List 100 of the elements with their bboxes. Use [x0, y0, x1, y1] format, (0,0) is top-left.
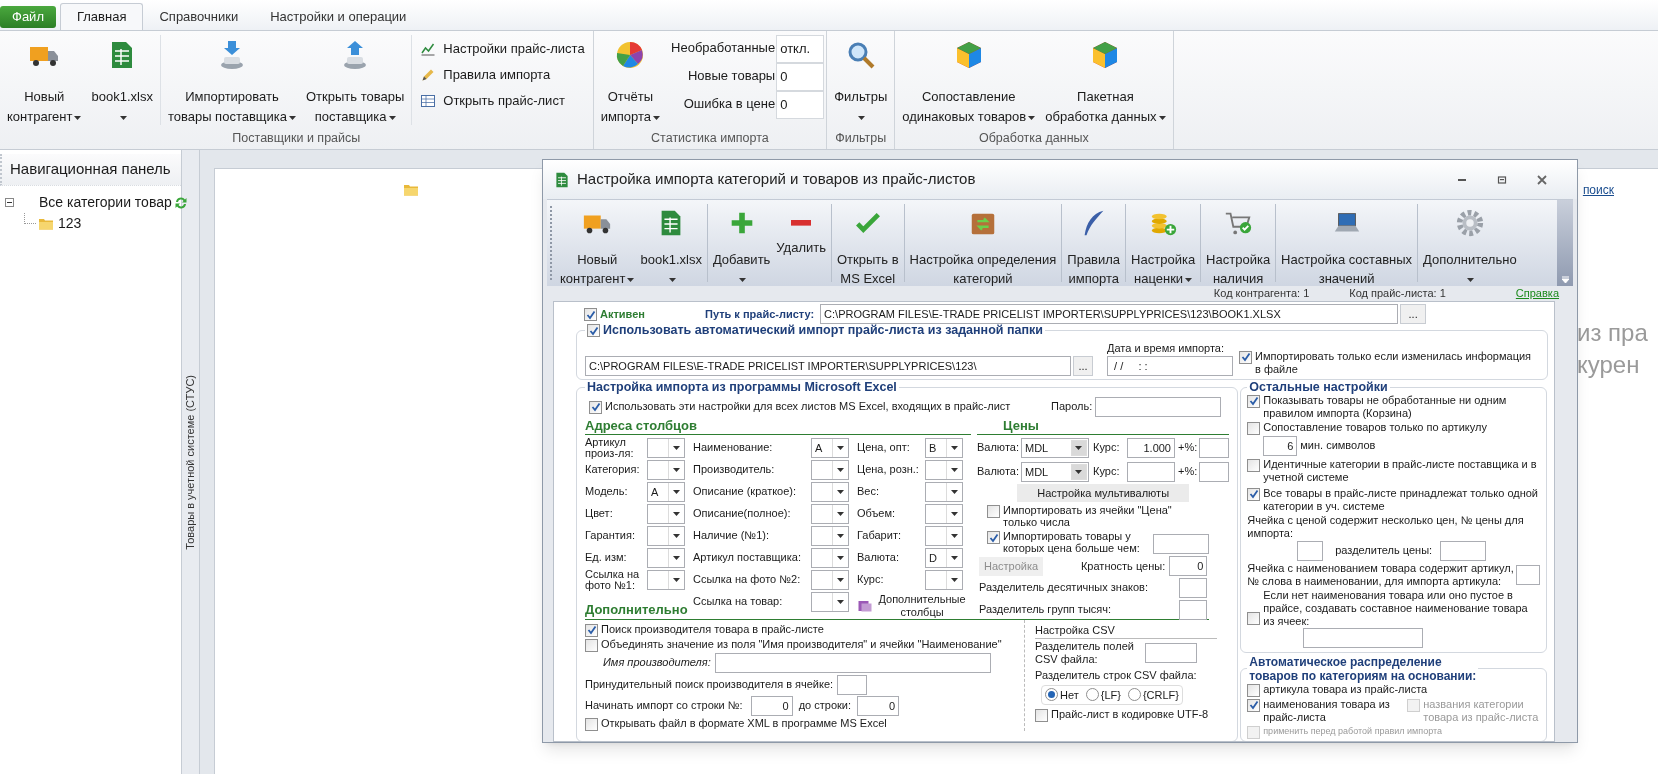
help-link[interactable]: Справка: [1515, 285, 1559, 302]
dropdown[interactable]: [647, 459, 685, 480]
text-field[interactable]: 0: [1169, 556, 1208, 576]
ribbon-button[interactable]: Импортировать товары поставщика: [162, 31, 301, 129]
toolbar-button[interactable]: Удалить: [773, 200, 829, 286]
radio-label[interactable]: {LF}: [1100, 686, 1121, 703]
text-field[interactable]: [714, 652, 991, 673]
checkbox-label[interactable]: наименования товара из прайс-листа: [1263, 697, 1398, 724]
text-field[interactable]: [1145, 643, 1197, 663]
toolbar-button[interactable]: Правила импорта: [1064, 200, 1124, 286]
toolbar-button[interactable]: Дополнительно: [1420, 200, 1520, 286]
browse-button[interactable]: ...: [1073, 355, 1093, 376]
text-field[interactable]: [1179, 599, 1208, 620]
text-field[interactable]: [1179, 577, 1208, 598]
link[interactable]: поиск: [1582, 181, 1614, 199]
text-field[interactable]: 0: [857, 695, 900, 716]
checkbox-label[interactable]: Использовать автоматический импорт прайс-листа из заданной папки: [603, 321, 1043, 340]
toolbar-button[interactable]: Новый контрагент: [557, 200, 638, 286]
checkbox[interactable]: [584, 308, 597, 321]
dropdown[interactable]: [925, 459, 963, 480]
checkbox-label[interactable]: Активен: [600, 307, 645, 321]
checkbox-label[interactable]: Идентичные категории в прайс-листе поставщика и в учетной системе: [1263, 457, 1541, 484]
text-field[interactable]: / / : :: [1107, 355, 1233, 376]
dropdown[interactable]: MDL: [1021, 461, 1089, 482]
checkbox[interactable]: [1247, 487, 1261, 501]
dropdown[interactable]: [647, 503, 685, 524]
ribbon-button[interactable]: Настройки прайс-листа: [418, 37, 587, 60]
checkbox[interactable]: [1035, 709, 1048, 722]
checkbox-label[interactable]: Сопоставление товаров только по артикулу: [1263, 420, 1487, 434]
text-field[interactable]: 0: [750, 695, 793, 716]
dropdown[interactable]: [925, 481, 963, 502]
toolbar-button[interactable]: Открыть в MS Excel: [834, 200, 902, 286]
multicurrency-button[interactable]: Настройка мультивалюты: [1017, 484, 1190, 502]
radio-label[interactable]: {CRLF}: [1142, 686, 1179, 703]
text-field[interactable]: [1153, 534, 1209, 554]
checkbox[interactable]: [587, 324, 600, 338]
text-field[interactable]: [1303, 627, 1424, 648]
dropdown[interactable]: [811, 525, 849, 546]
checkbox[interactable]: [987, 531, 1000, 544]
dropdown[interactable]: [811, 569, 849, 590]
ribbon-button[interactable]: Пакетная обработка данных: [1040, 31, 1171, 129]
checkbox[interactable]: [987, 505, 1000, 518]
text-field[interactable]: [1516, 564, 1541, 585]
dropdown[interactable]: MDL: [1021, 437, 1089, 458]
checkbox[interactable]: [585, 638, 598, 652]
collapse-icon[interactable]: [5, 198, 14, 207]
ribbon-tab[interactable]: Настройки и операции: [254, 3, 423, 30]
checkbox-label[interactable]: Объединять значение из поля "Имя производителя" и ячейки "Наименование": [601, 637, 1002, 651]
text-field[interactable]: [1199, 461, 1230, 482]
dropdown[interactable]: A: [647, 481, 685, 502]
checkbox-label[interactable]: Открывать файл в формате XML в программе MS Excel: [601, 716, 887, 730]
radio-button[interactable]: [1085, 688, 1099, 702]
toolbar-button[interactable]: Настройка наценки: [1128, 200, 1199, 286]
tree-item[interactable]: 123: [58, 213, 82, 234]
dropdown[interactable]: [811, 591, 849, 612]
checkbox-label[interactable]: Все товары в прайс-листе принадлежат только одной категории в уч. системе: [1263, 486, 1541, 513]
dropdown[interactable]: D: [925, 547, 963, 568]
ribbon-button[interactable]: Правила импорта: [418, 63, 587, 86]
ribbon-tab[interactable]: Справочники: [143, 3, 255, 30]
toolbar-button[interactable]: Настройка составных значений: [1278, 200, 1416, 286]
toolbar-button[interactable]: Настройка наличия: [1203, 200, 1274, 286]
dropdown[interactable]: [811, 547, 849, 568]
text-field[interactable]: [1095, 396, 1222, 417]
checkbox-label[interactable]: Прайс-лист в кодировке UTF-8: [1051, 708, 1209, 721]
ribbon-button[interactable]: Новый контрагент: [2, 31, 87, 129]
toolbar-button[interactable]: Добавить: [709, 200, 774, 286]
dropdown[interactable]: [925, 525, 963, 546]
dropdown[interactable]: [811, 459, 849, 480]
toolbar-button[interactable]: Настройка определения категорий: [906, 200, 1060, 286]
dropdown[interactable]: [647, 437, 685, 458]
dropdown[interactable]: [647, 547, 685, 568]
checkbox-label[interactable]: Если нет наименования товара или оно пустое в прайсе, создавать составное наименование товара из ячеек:: [1263, 588, 1541, 628]
radio-button[interactable]: [1045, 688, 1058, 702]
file-tab[interactable]: Файл: [0, 6, 56, 28]
ribbon-button[interactable]: Открыть товары поставщика: [301, 31, 410, 129]
ribbon-button[interactable]: Отчёты импорта: [595, 31, 666, 129]
dropdown[interactable]: B: [925, 437, 963, 458]
checkbox-label[interactable]: Поиск производителя товара в прайс-листе: [601, 622, 824, 636]
checkbox[interactable]: [1247, 458, 1261, 472]
tree-item[interactable]: Все категории товар: [39, 192, 172, 213]
checkbox[interactable]: [1247, 683, 1261, 697]
radio-label[interactable]: Нет: [1060, 686, 1079, 703]
dropdown[interactable]: [811, 503, 849, 524]
text-field[interactable]: [1440, 540, 1487, 561]
extra-columns-button[interactable]: Дополнительные столбцы: [857, 592, 969, 620]
text-field[interactable]: [1199, 437, 1230, 458]
checkbox-label[interactable]: Импортировать из ячейки "Цена" только числа: [1003, 504, 1177, 528]
ribbon-button[interactable]: Открыть прайс-лист: [418, 89, 587, 112]
checkbox-label[interactable]: артикула товара из прайс-листа: [1263, 682, 1428, 696]
ribbon-tab[interactable]: Главная: [59, 3, 144, 30]
checkbox[interactable]: [1239, 350, 1252, 364]
text-field[interactable]: [837, 674, 868, 695]
toolbar-overflow-button[interactable]: [1557, 200, 1573, 286]
text-field[interactable]: C:\PROGRAM FILES\E-TRADE PRICELIST IMPORTER\SUPPLYPRICES\123\BOOK1.XLSX: [820, 304, 1399, 324]
ribbon-button[interactable]: book1.xlsx: [86, 31, 158, 129]
checkbox-label[interactable]: Использовать эти настройки для всех листов MS Excel, входящих в прайс-лист: [605, 399, 1011, 413]
radio-button[interactable]: [1127, 688, 1141, 702]
ribbon-button[interactable]: Сопоставление одинаковых товаров: [897, 31, 1041, 129]
dropdown[interactable]: [811, 481, 849, 502]
dropdown[interactable]: [925, 503, 963, 524]
